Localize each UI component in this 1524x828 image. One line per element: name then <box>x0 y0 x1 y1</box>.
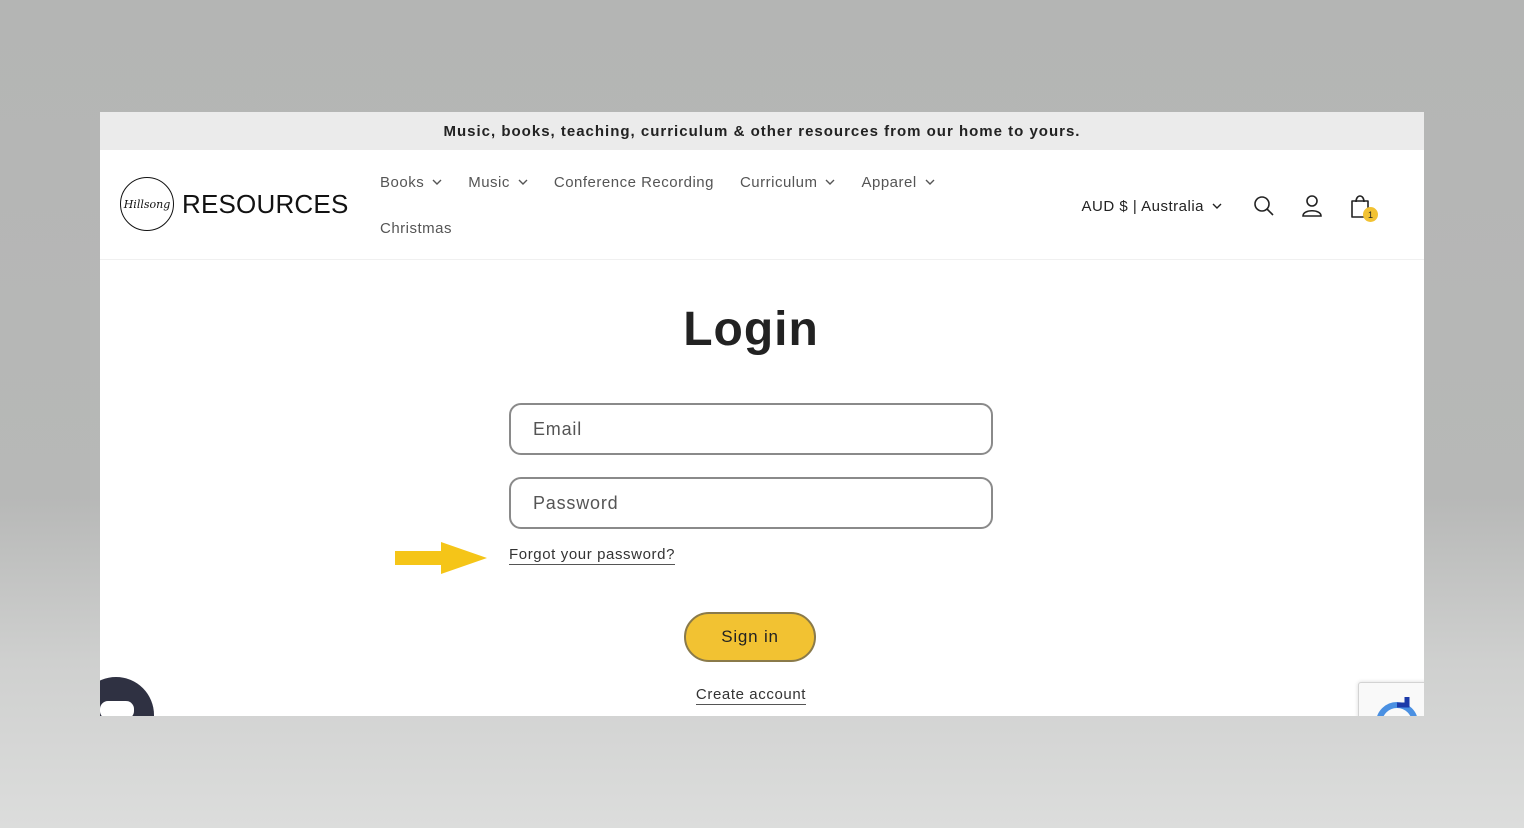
chevron-down-icon <box>432 179 442 185</box>
email-field <box>509 403 993 455</box>
chevron-down-icon <box>825 179 835 185</box>
main-nav: Books Music Conference Recording Curricu… <box>380 168 980 242</box>
account-button[interactable] <box>1288 186 1336 226</box>
nav-label: Curriculum <box>739 173 818 191</box>
currency-selector[interactable]: AUD $ | Australia <box>1082 198 1222 215</box>
nav-label: Apparel <box>861 173 917 191</box>
chevron-down-icon <box>518 179 528 185</box>
nav-row-1: Books Music Conference Recording Curricu… <box>380 168 980 196</box>
nav-label: Christmas <box>380 219 453 237</box>
announcement-text: Music, books, teaching, curriculum & oth… <box>443 122 1081 140</box>
forgot-password-link[interactable]: Forgot your password? <box>509 546 676 565</box>
nav-item-music[interactable]: Music <box>468 174 528 191</box>
nav-item-apparel[interactable]: Apparel <box>861 173 935 191</box>
announcement-bar: Music, books, teaching, curriculum & oth… <box>100 112 1424 150</box>
nav-label: Music <box>468 173 510 191</box>
cart-count-badge: 1 <box>1363 207 1378 222</box>
chat-widget-button[interactable] <box>100 677 154 716</box>
hillsong-logo-icon: Hillsong <box>120 177 174 231</box>
password-field <box>509 477 993 529</box>
site-header: Hillsong RESOURCES Books Music Conferenc… <box>100 150 1424 260</box>
currency-label: AUD $ | Australia <box>1081 197 1204 215</box>
user-icon <box>1302 195 1322 217</box>
nav-item-curriculum[interactable]: Curriculum <box>740 174 836 191</box>
search-button[interactable] <box>1240 186 1288 226</box>
logo-script: Hillsong <box>123 197 171 211</box>
cart-button[interactable]: 1 <box>1336 186 1384 226</box>
logo-text: RESOURCES <box>182 188 349 219</box>
nav-item-conference-recording[interactable]: Conference Recording <box>554 174 714 191</box>
header-utilities: AUD $ | Australia 1 <box>1082 186 1384 226</box>
search-icon <box>1254 196 1274 216</box>
chevron-down-icon <box>925 179 935 185</box>
browser-page: Music, books, teaching, curriculum & oth… <box>100 112 1424 716</box>
chevron-down-icon <box>1212 203 1222 209</box>
page-title: Login <box>683 303 819 356</box>
nav-item-christmas[interactable]: Christmas <box>380 220 452 237</box>
site-logo[interactable]: Hillsong RESOURCES <box>120 177 349 231</box>
annotation-arrow-icon <box>395 542 487 574</box>
sign-in-button[interactable]: Sign in <box>684 612 816 662</box>
recaptcha-badge[interactable] <box>1358 682 1424 716</box>
create-account-container: Create account <box>100 686 1402 705</box>
nav-label: Conference Recording <box>553 173 714 191</box>
nav-item-books[interactable]: Books <box>380 174 442 191</box>
nav-label: Books <box>380 173 425 191</box>
recaptcha-icon <box>1377 697 1417 716</box>
create-account-link[interactable]: Create account <box>695 686 807 705</box>
email-input[interactable] <box>511 418 991 440</box>
nav-row-2: Christmas <box>380 214 980 242</box>
password-input[interactable] <box>511 492 991 514</box>
